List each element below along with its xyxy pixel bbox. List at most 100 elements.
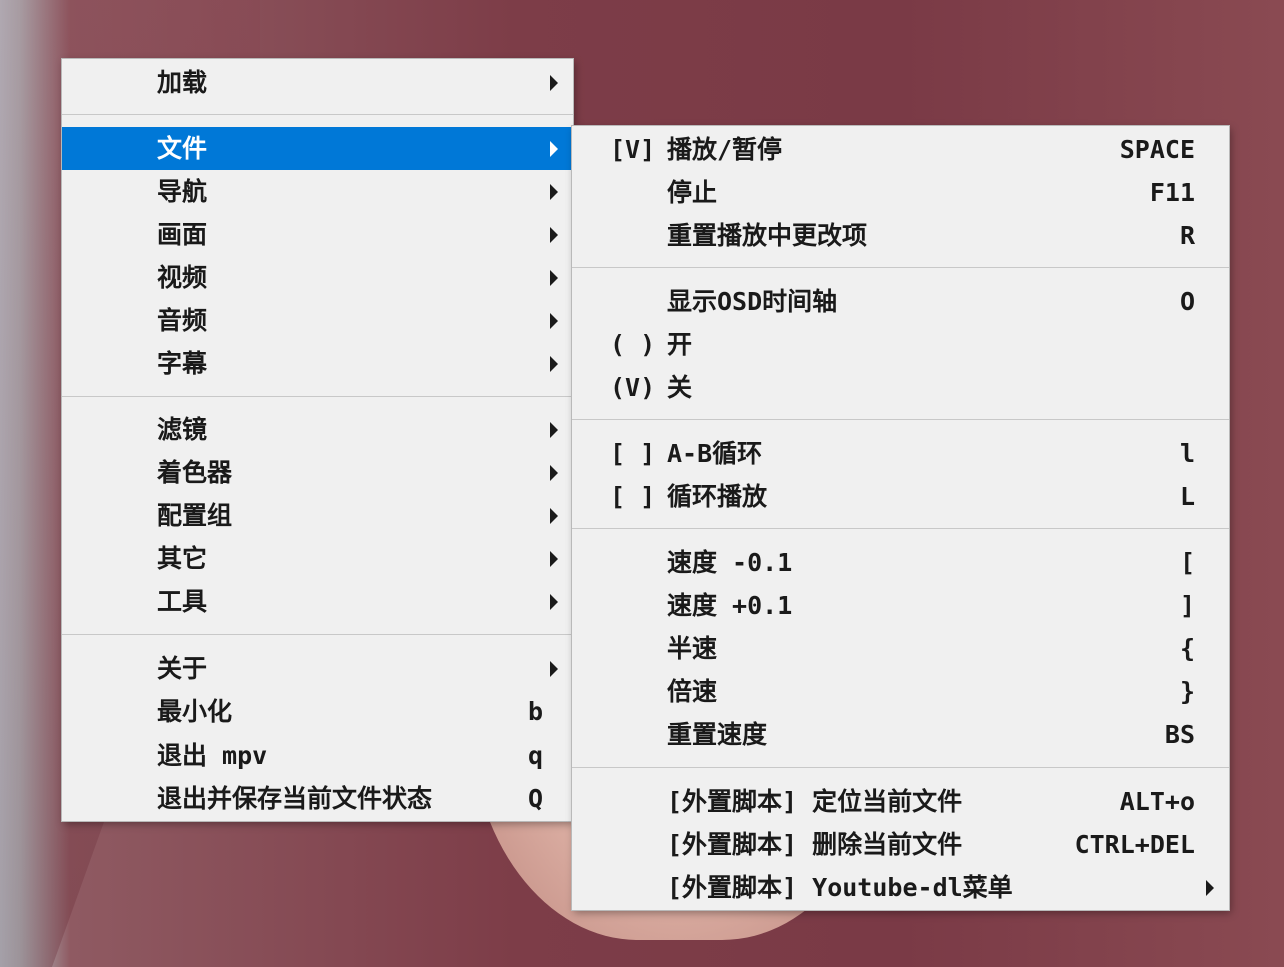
submenu-item-youtube-dl[interactable]: [外置脚本] Youtube-dl菜单 bbox=[572, 866, 1229, 909]
submenu-item-label: 循环播放 bbox=[667, 482, 768, 511]
menu-item-label: 着色器 bbox=[157, 458, 233, 487]
submenu-arrow-icon bbox=[550, 465, 558, 481]
menu-item-label: 退出 mpv bbox=[157, 741, 268, 770]
submenu-item-double-speed[interactable]: 倍速 } bbox=[572, 670, 1229, 713]
radio-mark: ( ) bbox=[610, 330, 656, 359]
menu-item-label: 关于 bbox=[157, 654, 208, 683]
submenu-item-label: 开 bbox=[667, 330, 693, 359]
submenu-arrow-icon bbox=[550, 356, 558, 372]
submenu-item-shortcut: } bbox=[1179, 677, 1195, 706]
checkbox-mark: [ ] bbox=[610, 439, 656, 468]
submenu-item-speed-down[interactable]: 速度 -0.1 [ bbox=[572, 541, 1229, 584]
submenu-arrow-icon bbox=[550, 141, 558, 157]
submenu-arrow-icon bbox=[550, 422, 558, 438]
submenu-item-osd-off[interactable]: (V) 关 bbox=[572, 366, 1229, 409]
menu-item-label: 文件 bbox=[157, 134, 208, 163]
menu-item-tools[interactable]: 工具 bbox=[62, 580, 573, 623]
submenu-item-shortcut: BS bbox=[1164, 720, 1195, 749]
submenu-item-label: [外置脚本] 定位当前文件 bbox=[667, 787, 963, 816]
menu-separator bbox=[572, 528, 1229, 529]
menu-item-quit[interactable]: 退出 mpv q bbox=[62, 734, 573, 777]
menu-item-quit-save[interactable]: 退出并保存当前文件状态 Q bbox=[62, 777, 573, 820]
submenu-arrow-icon bbox=[1206, 880, 1214, 896]
submenu-item-shortcut: R bbox=[1179, 221, 1195, 250]
submenu-item-shortcut: CTRL+DEL bbox=[1074, 830, 1195, 859]
submenu-item-label: 停止 bbox=[667, 178, 718, 207]
submenu-arrow-icon bbox=[550, 227, 558, 243]
menu-item-shortcut: q bbox=[527, 741, 543, 770]
menu-item-load[interactable]: 加载 bbox=[62, 61, 573, 104]
submenu-item-label: 播放/暂停 bbox=[667, 135, 783, 164]
submenu-arrow-icon bbox=[550, 594, 558, 610]
submenu-arrow-icon bbox=[550, 75, 558, 91]
menu-item-about[interactable]: 关于 bbox=[62, 647, 573, 690]
submenu-arrow-icon bbox=[550, 661, 558, 677]
menu-separator bbox=[572, 267, 1229, 268]
submenu-arrow-icon bbox=[550, 313, 558, 329]
checkbox-mark: [ ] bbox=[610, 482, 656, 511]
menu-separator bbox=[572, 419, 1229, 420]
menu-separator bbox=[62, 396, 573, 397]
menu-item-audio[interactable]: 音频 bbox=[62, 299, 573, 342]
menu-item-video[interactable]: 视频 bbox=[62, 256, 573, 299]
submenu-item-stop[interactable]: 停止 F11 bbox=[572, 171, 1229, 214]
submenu-arrow-icon bbox=[550, 270, 558, 286]
submenu-item-loop-playback[interactable]: [ ] 循环播放 L bbox=[572, 475, 1229, 518]
submenu-item-label: 速度 +0.1 bbox=[667, 591, 793, 620]
submenu-item-reset-changes[interactable]: 重置播放中更改项 R bbox=[572, 214, 1229, 257]
menu-item-label: 字幕 bbox=[157, 349, 208, 378]
submenu-item-label: 显示OSD时间轴 bbox=[667, 287, 838, 316]
submenu-item-reset-speed[interactable]: 重置速度 BS bbox=[572, 713, 1229, 756]
file-submenu: [V] 播放/暂停 SPACE 停止 F11 重置播放中更改项 R 显示OSD时… bbox=[572, 126, 1229, 910]
submenu-item-delete-file[interactable]: [外置脚本] 删除当前文件 CTRL+DEL bbox=[572, 823, 1229, 866]
radio-mark: (V) bbox=[610, 373, 656, 402]
submenu-item-shortcut: O bbox=[1179, 287, 1195, 316]
menu-item-subtitles[interactable]: 字幕 bbox=[62, 342, 573, 385]
submenu-item-label: A-B循环 bbox=[667, 439, 763, 468]
menu-item-minimize[interactable]: 最小化 b bbox=[62, 690, 573, 733]
check-mark: [V] bbox=[610, 135, 656, 164]
menu-item-navigation[interactable]: 导航 bbox=[62, 170, 573, 213]
submenu-item-shortcut: SPACE bbox=[1119, 135, 1195, 164]
menu-item-file[interactable]: 文件 bbox=[62, 127, 573, 170]
menu-item-shortcut: b bbox=[527, 697, 543, 726]
submenu-item-label: 速度 -0.1 bbox=[667, 548, 793, 577]
submenu-item-label: [外置脚本] 删除当前文件 bbox=[667, 830, 963, 859]
submenu-item-osd-on[interactable]: ( ) 开 bbox=[572, 323, 1229, 366]
menu-item-label: 加载 bbox=[157, 68, 208, 97]
menu-item-label: 最小化 bbox=[157, 697, 233, 726]
menu-item-shortcut: Q bbox=[527, 784, 543, 813]
menu-item-filters[interactable]: 滤镜 bbox=[62, 408, 573, 451]
submenu-item-half-speed[interactable]: 半速 { bbox=[572, 627, 1229, 670]
submenu-item-shortcut: ALT+o bbox=[1119, 787, 1195, 816]
submenu-item-shortcut: l bbox=[1179, 439, 1195, 468]
menu-item-label: 工具 bbox=[157, 587, 208, 616]
submenu-item-speed-up[interactable]: 速度 +0.1 ] bbox=[572, 584, 1229, 627]
submenu-item-label: 关 bbox=[667, 373, 693, 402]
submenu-item-locate-file[interactable]: [外置脚本] 定位当前文件 ALT+o bbox=[572, 780, 1229, 823]
menu-item-label: 其它 bbox=[157, 544, 208, 573]
menu-item-other[interactable]: 其它 bbox=[62, 537, 573, 580]
submenu-item-ab-loop[interactable]: [ ] A-B循环 l bbox=[572, 432, 1229, 475]
menu-item-label: 导航 bbox=[157, 177, 208, 206]
submenu-item-shortcut: F11 bbox=[1149, 178, 1195, 207]
context-menu: 加载 文件 导航 画面 视频 音频 字幕 滤镜 着色器 配置组 其它 工具 关于… bbox=[62, 59, 573, 821]
menu-item-label: 滤镜 bbox=[157, 415, 208, 444]
submenu-item-shortcut: ] bbox=[1179, 591, 1195, 620]
menu-item-label: 画面 bbox=[157, 220, 208, 249]
menu-separator bbox=[572, 767, 1229, 768]
submenu-item-label: 重置速度 bbox=[667, 720, 768, 749]
menu-item-label: 退出并保存当前文件状态 bbox=[157, 784, 433, 813]
submenu-item-osd-timeline[interactable]: 显示OSD时间轴 O bbox=[572, 280, 1229, 323]
submenu-arrow-icon bbox=[550, 184, 558, 200]
menu-item-shaders[interactable]: 着色器 bbox=[62, 451, 573, 494]
submenu-arrow-icon bbox=[550, 508, 558, 524]
submenu-item-play-pause[interactable]: [V] 播放/暂停 SPACE bbox=[572, 128, 1229, 171]
menu-item-picture[interactable]: 画面 bbox=[62, 213, 573, 256]
submenu-arrow-icon bbox=[550, 551, 558, 567]
menu-item-label: 音频 bbox=[157, 306, 208, 335]
submenu-item-label: 倍速 bbox=[667, 677, 718, 706]
submenu-item-shortcut: [ bbox=[1179, 548, 1195, 577]
submenu-item-label: [外置脚本] Youtube-dl菜单 bbox=[667, 873, 1013, 902]
menu-item-profiles[interactable]: 配置组 bbox=[62, 494, 573, 537]
